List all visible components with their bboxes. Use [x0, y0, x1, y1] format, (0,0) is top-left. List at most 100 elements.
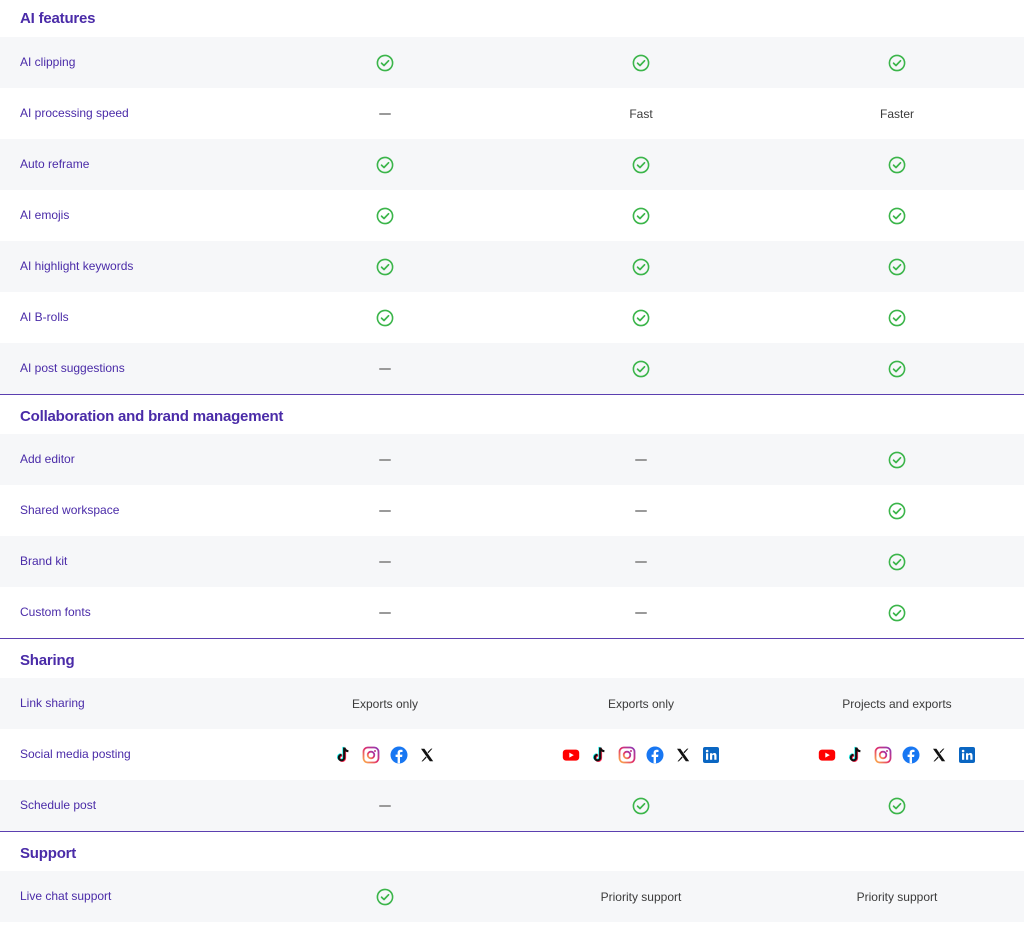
tiktok-icon: [334, 746, 352, 764]
plan-cell-2: [531, 434, 751, 485]
check-circle-icon: [376, 54, 394, 72]
plan-cell-2: [531, 292, 751, 343]
check-circle-icon: [376, 888, 394, 906]
section-title: Support: [20, 845, 77, 862]
plan-cell-3: [787, 292, 1007, 343]
plan-cell-2: [531, 241, 751, 292]
plan-cell-3: [787, 241, 1007, 292]
cell-text: Exports only: [351, 696, 419, 711]
feature-label: Auto reframe: [20, 157, 90, 171]
plan-cell-1: [275, 485, 495, 536]
check-circle-icon: [888, 207, 906, 225]
dash-icon: [635, 509, 647, 512]
instagram-icon: [362, 746, 380, 764]
cell-text: Fast: [629, 106, 653, 121]
feature-label: AI processing speed: [20, 106, 129, 120]
check-circle-icon: [632, 207, 650, 225]
feature-row-ai-post-suggestions: AI post suggestions: [0, 343, 1024, 394]
cell-text: Faster: [879, 106, 914, 121]
plan-cell-3: [787, 190, 1007, 241]
plan-cell-2: [531, 139, 751, 190]
plan-cell-1: [275, 139, 495, 190]
plan-cell-3: Projects and exports: [787, 678, 1007, 729]
plan-cell-3: [787, 139, 1007, 190]
plan-cell-3: [787, 434, 1007, 485]
dash-icon: [635, 560, 647, 563]
feature-label: AI clipping: [20, 55, 76, 69]
x-icon: [418, 746, 436, 764]
plan-cell-1: Exports only: [275, 678, 495, 729]
feature-label: AI highlight keywords: [20, 259, 134, 273]
plan-cell-1: [275, 729, 495, 780]
facebook-icon: [390, 746, 408, 764]
feature-row-link-sharing: Link sharing Exports only Exports only Proj…: [0, 678, 1024, 729]
plan-cell-3: [787, 343, 1007, 394]
feature-label: Link sharing: [20, 696, 85, 710]
plan-cell-1: [275, 434, 495, 485]
section-title: Collaboration and brand management: [20, 408, 284, 425]
check-circle-icon: [888, 797, 906, 815]
dash-icon: [379, 611, 391, 614]
plan-cell-1: [275, 343, 495, 394]
plan-cell-3: [787, 780, 1007, 831]
cell-text: Priority support: [600, 889, 682, 904]
feature-label: Social media posting: [20, 747, 131, 761]
linkedin-icon: [958, 746, 976, 764]
youtube-icon: [562, 746, 580, 764]
plan-cell-2: [531, 780, 751, 831]
check-circle-icon: [632, 360, 650, 378]
feature-label: Custom fonts: [20, 605, 91, 619]
feature-label: Live chat support: [20, 889, 112, 903]
instagram-icon: [874, 746, 892, 764]
plan-cell-2: Exports only: [531, 678, 751, 729]
plan-cell-1: [275, 190, 495, 241]
feature-row-schedule-post: Schedule post: [0, 780, 1024, 831]
feature-row-ai-emojis: AI emojis: [0, 190, 1024, 241]
tiktok-icon: [846, 746, 864, 764]
facebook-icon: [646, 746, 664, 764]
plan-cell-1: [275, 780, 495, 831]
plan-cell-3: [787, 729, 1007, 780]
social-icons: [562, 746, 720, 764]
instagram-icon: [618, 746, 636, 764]
section-header-collaboration-and-brand-management: Collaboration and brand management: [0, 394, 1024, 434]
feature-row-ai-clipping: AI clipping: [0, 37, 1024, 88]
plan-cell-2: [531, 37, 751, 88]
check-circle-icon: [632, 156, 650, 174]
plan-cell-1: [275, 871, 495, 922]
check-circle-icon: [888, 502, 906, 520]
cell-text: Exports only: [607, 696, 675, 711]
feature-row-custom-fonts: Custom fonts: [0, 587, 1024, 638]
plan-cell-2: [531, 587, 751, 638]
plan-cell-1: [275, 88, 495, 139]
plan-cell-1: [275, 292, 495, 343]
section-header-support: Support: [0, 831, 1024, 871]
feature-label: AI B-rolls: [20, 310, 69, 324]
facebook-icon: [902, 746, 920, 764]
dash-icon: [635, 611, 647, 614]
check-circle-icon: [888, 604, 906, 622]
section-title: AI features: [20, 10, 96, 27]
feature-row-shared-workspace: Shared workspace: [0, 485, 1024, 536]
check-circle-icon: [888, 156, 906, 174]
social-icons: [818, 746, 976, 764]
check-circle-icon: [376, 309, 394, 327]
feature-row-auto-reframe: Auto reframe: [0, 139, 1024, 190]
cell-text: Priority support: [856, 889, 938, 904]
plan-cell-1: [275, 587, 495, 638]
dash-icon: [635, 458, 647, 461]
plan-cell-1: [275, 241, 495, 292]
social-icons: [334, 746, 436, 764]
youtube-icon: [818, 746, 836, 764]
linkedin-icon: [702, 746, 720, 764]
dash-icon: [379, 509, 391, 512]
section-header-sharing: Sharing: [0, 638, 1024, 678]
dash-icon: [379, 367, 391, 370]
check-circle-icon: [888, 54, 906, 72]
check-circle-icon: [888, 360, 906, 378]
plan-cell-2: [531, 190, 751, 241]
plan-cell-2: [531, 343, 751, 394]
feature-label: Schedule post: [20, 798, 97, 812]
feature-label: AI emojis: [20, 208, 70, 222]
x-icon: [674, 746, 692, 764]
